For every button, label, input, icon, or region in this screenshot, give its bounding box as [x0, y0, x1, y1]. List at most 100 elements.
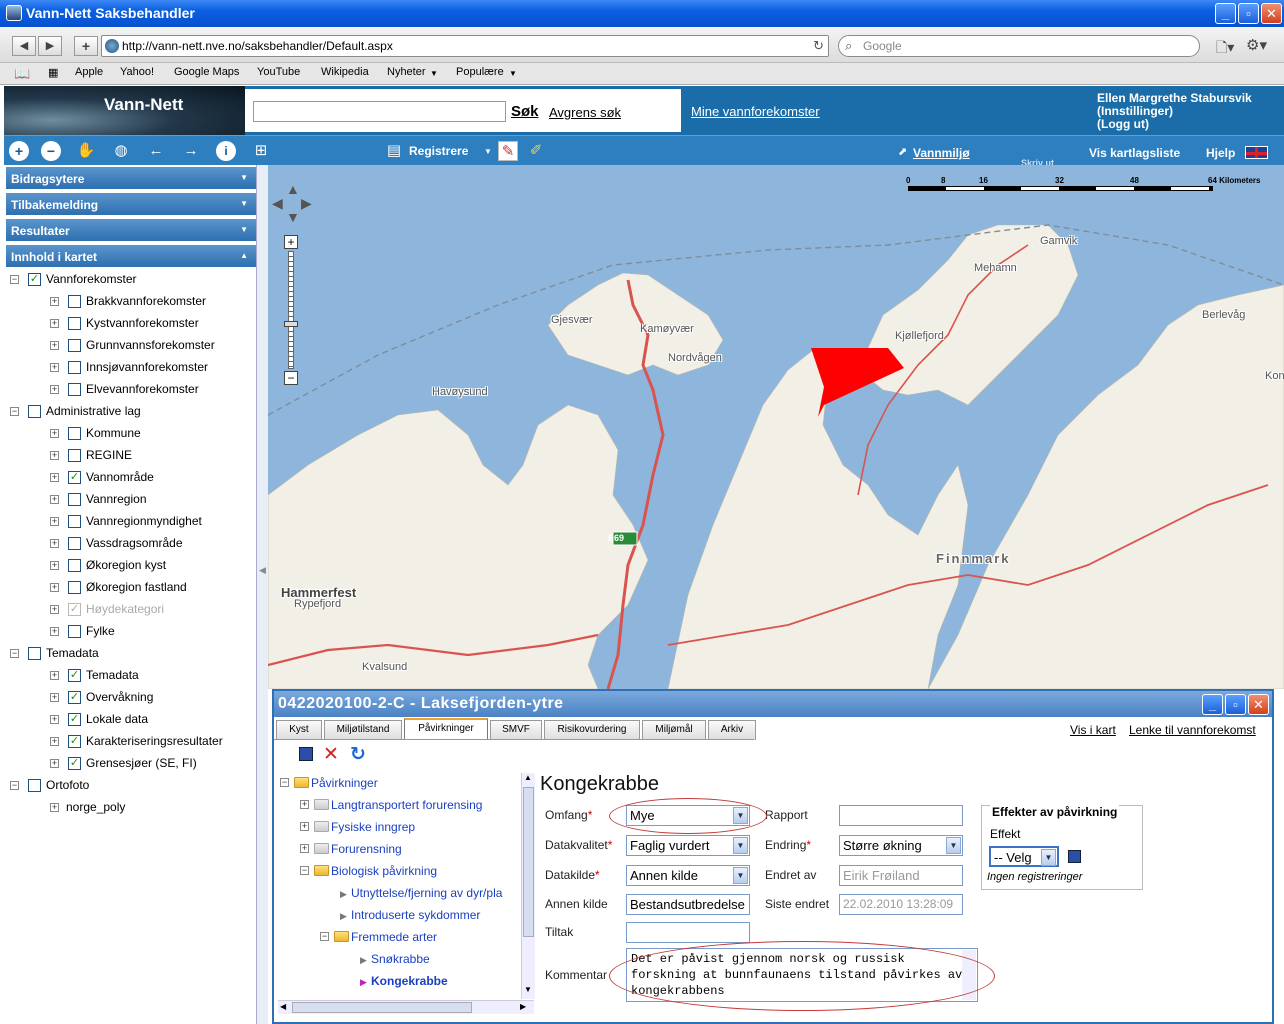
expand-icon[interactable]: +: [50, 473, 59, 482]
bookmark-apple[interactable]: Apple: [75, 66, 103, 78]
layer-checkbox[interactable]: [68, 295, 81, 308]
registrere-menu[interactable]: Registrere: [409, 144, 468, 158]
collapse-icon[interactable]: −: [320, 932, 329, 941]
layer-checkbox[interactable]: [68, 317, 81, 330]
save-icon[interactable]: [299, 747, 313, 761]
effekt-select[interactable]: -- Velg ▼: [989, 846, 1059, 867]
layer-row[interactable]: + Økoregion fastland: [4, 579, 254, 599]
info-icon[interactable]: i: [216, 141, 236, 161]
tab-miljomal[interactable]: Miljømål: [642, 720, 706, 740]
pan-west-icon[interactable]: ◀: [272, 195, 283, 212]
expand-icon[interactable]: +: [50, 495, 59, 504]
collapse-icon[interactable]: −: [300, 866, 309, 875]
expand-icon[interactable]: +: [50, 627, 59, 636]
layer-row[interactable]: + Kommune: [4, 425, 254, 445]
layer-row[interactable]: + Vannregion: [4, 491, 254, 511]
zoom-plus-icon[interactable]: +: [284, 235, 298, 249]
expand-icon[interactable]: +: [50, 605, 59, 614]
layer-checkbox[interactable]: [68, 361, 81, 374]
layer-row[interactable]: + Kystvannforekomster: [4, 315, 254, 335]
reading-list-icon[interactable]: 📖: [14, 66, 30, 82]
layer-row[interactable]: + Elvevannforekomster: [4, 381, 254, 401]
annen-kilde-input[interactable]: Bestandsutbredelse: [626, 894, 750, 915]
tiltak-input[interactable]: [626, 922, 750, 943]
expand-icon[interactable]: +: [300, 800, 309, 809]
bookmark-nyheter[interactable]: Nyheter: [387, 66, 426, 78]
tab-risikovurdering[interactable]: Risikovurdering: [544, 720, 640, 740]
tree-item-fysiske-inngrep[interactable]: Fysiske inngrep: [331, 820, 415, 834]
layer-row[interactable]: − Ortofoto: [4, 777, 254, 797]
edit-tool-icon[interactable]: ✐: [526, 141, 546, 161]
scroll-up-icon[interactable]: ▲: [524, 773, 532, 782]
tree-item-utnyttelse[interactable]: Utnyttelse/fjerning av dyr/pla: [351, 886, 502, 900]
dialog-titlebar[interactable]: 0422020100-2-C - Laksefjorden-ytre _ ▫ ✕: [274, 691, 1272, 717]
bookmark-youtube[interactable]: YouTube: [257, 66, 300, 78]
new-tab-button[interactable]: +: [74, 36, 98, 56]
expand-icon[interactable]: +: [50, 319, 59, 328]
expand-icon[interactable]: +: [300, 844, 309, 853]
expand-icon[interactable]: +: [50, 539, 59, 548]
layer-checkbox[interactable]: ✓: [68, 735, 81, 748]
layer-checkbox[interactable]: [68, 581, 81, 594]
tab-smvf[interactable]: SMVF: [490, 720, 542, 740]
grid-icon[interactable]: ▦: [48, 66, 58, 79]
accordion-tilbakemelding[interactable]: Tilbakemelding ▼: [6, 193, 256, 216]
maximize-button[interactable]: ▫: [1238, 3, 1259, 24]
pan-north-icon[interactable]: ▲: [286, 181, 300, 197]
layer-checkbox[interactable]: [68, 383, 81, 396]
tree-item-forurensning[interactable]: Forurensning: [331, 842, 402, 856]
tree-item-fremmede-arter[interactable]: Fremmede arter: [351, 930, 437, 944]
dialog-maximize-button[interactable]: ▫: [1225, 694, 1246, 715]
pan-hand-icon[interactable]: ✋: [76, 141, 96, 161]
expand-icon[interactable]: +: [50, 297, 59, 306]
collapse-icon[interactable]: −: [10, 407, 19, 416]
layer-row[interactable]: + Økoregion kyst: [4, 557, 254, 577]
layer-row[interactable]: + Fylke: [4, 623, 254, 643]
zoom-minus-icon[interactable]: −: [284, 371, 298, 385]
accordion-bidragsytere[interactable]: Bidragsytere ▼: [6, 167, 256, 190]
tree-item-kongekrabbe[interactable]: Kongekrabbe: [371, 974, 448, 988]
layer-row[interactable]: + Grunnvannsforekomster: [4, 337, 254, 357]
back-button[interactable]: ◀: [12, 36, 36, 56]
layer-checkbox[interactable]: [28, 779, 41, 792]
layer-checkbox[interactable]: [68, 493, 81, 506]
layer-row[interactable]: + ✓ Overvåkning: [4, 689, 254, 709]
layer-row[interactable]: + ✓ Høydekategori: [4, 601, 254, 621]
layer-checkbox[interactable]: ✓: [68, 757, 81, 770]
scroll-left-icon[interactable]: ◀: [280, 1002, 286, 1011]
dialog-close-button[interactable]: ✕: [1248, 694, 1269, 715]
layer-row[interactable]: + norge_poly: [4, 799, 254, 819]
expand-icon[interactable]: +: [50, 693, 59, 702]
expand-icon[interactable]: +: [50, 737, 59, 746]
previous-extent-icon[interactable]: ←: [146, 141, 166, 161]
layer-list-link[interactable]: Vis kartlagsliste: [1089, 146, 1180, 160]
refresh-icon[interactable]: ↻: [350, 743, 366, 766]
bookmark-google-maps[interactable]: Google Maps: [174, 66, 239, 78]
rapport-input[interactable]: [839, 805, 963, 826]
link-to-waterbody[interactable]: Lenke til vannforekomst: [1129, 723, 1256, 737]
refine-search-link[interactable]: Avgrens søk: [549, 105, 621, 120]
layer-row[interactable]: + Vassdragsområde: [4, 535, 254, 555]
layer-row[interactable]: + ✓ Temadata: [4, 667, 254, 687]
expand-icon[interactable]: +: [50, 341, 59, 350]
collapse-icon[interactable]: −: [10, 275, 19, 284]
expand-icon[interactable]: +: [50, 363, 59, 372]
browser-search-field[interactable]: ⌕ Google: [838, 35, 1200, 57]
address-bar[interactable]: http://vann-nett.nve.no/saksbehandler/De…: [101, 35, 829, 57]
bookmark-wikipedia[interactable]: Wikipedia: [321, 66, 369, 78]
delete-icon[interactable]: ✕: [323, 743, 339, 766]
layer-checkbox[interactable]: [68, 427, 81, 440]
dialog-minimize-button[interactable]: _: [1202, 694, 1223, 715]
layer-row[interactable]: + ✓ Lokale data: [4, 711, 254, 731]
tab-kyst[interactable]: Kyst: [276, 720, 322, 740]
tab-miljotilstand[interactable]: Miljøtilstand: [324, 720, 402, 740]
layer-row[interactable]: + Brakkvannforekomster: [4, 293, 254, 313]
pan-south-icon[interactable]: ▼: [286, 209, 300, 225]
bookmark-yahoo[interactable]: Yahoo!: [120, 66, 154, 78]
layer-checkbox[interactable]: [28, 647, 41, 660]
minimize-button[interactable]: _: [1215, 3, 1236, 24]
vannmiljo-link[interactable]: Vannmiljø: [913, 146, 970, 160]
layer-checkbox[interactable]: ✓: [68, 471, 81, 484]
layer-row[interactable]: + Innsjøvannforekomster: [4, 359, 254, 379]
tab-arkiv[interactable]: Arkiv: [708, 720, 756, 740]
